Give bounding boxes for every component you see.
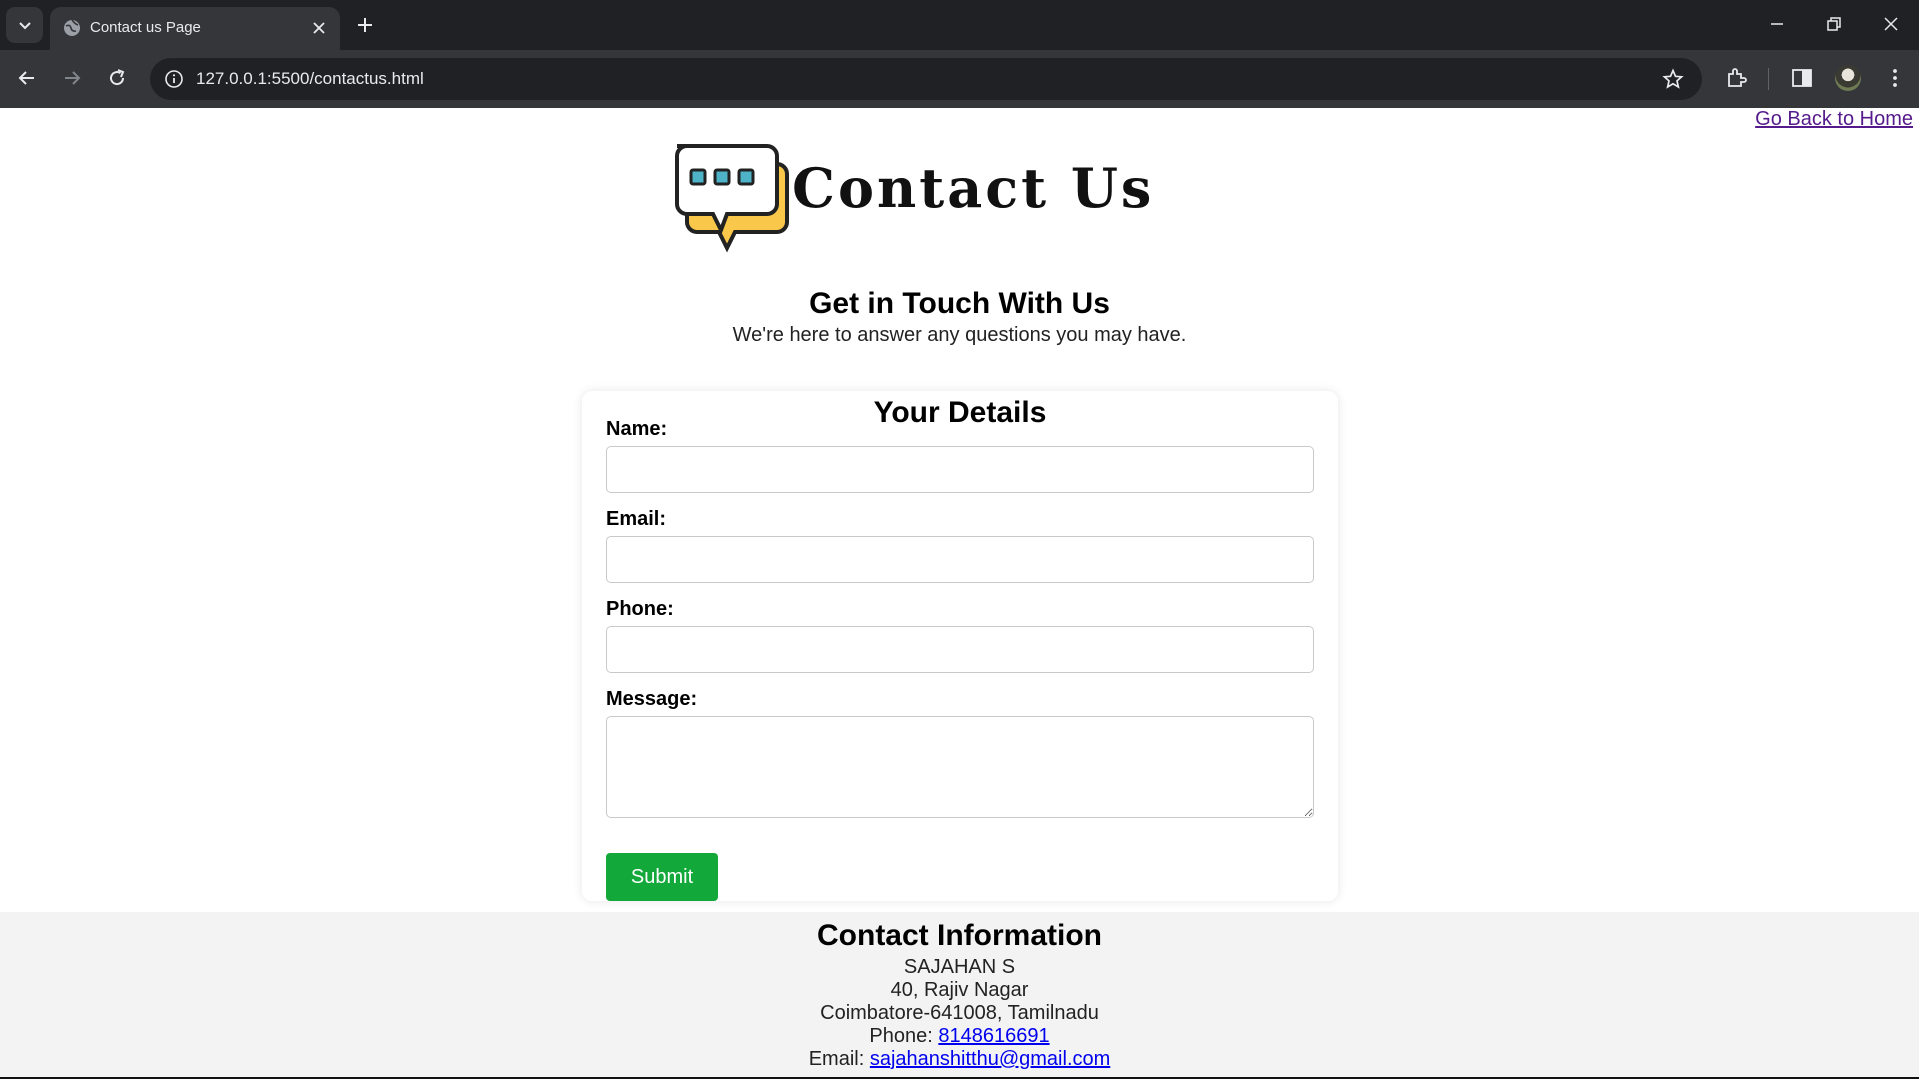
restore-icon[interactable]: [1821, 12, 1845, 36]
page-content: Go Back to Home Contact Us Get in Touch …: [0, 108, 1919, 1079]
email-label: Email:: [606, 508, 667, 530]
contact-form-card: Your Details Name: Email: Phone: Message…: [582, 391, 1338, 901]
more-vert-icon[interactable]: [1882, 65, 1908, 91]
email-link[interactable]: sajahanshitthu@gmail.com: [870, 1048, 1110, 1070]
minimize-icon[interactable]: [1765, 12, 1789, 36]
submit-button[interactable]: Submit: [606, 853, 718, 901]
contact-us-logo: Contact Us: [665, 138, 1151, 256]
profile-avatar[interactable]: [1835, 65, 1861, 91]
page-heading: Get in Touch With Us: [809, 287, 1110, 320]
name-label: Name:: [606, 418, 668, 440]
reload-icon[interactable]: [105, 66, 129, 90]
message-textarea[interactable]: [606, 716, 1314, 818]
star-icon[interactable]: [1662, 68, 1684, 90]
forward-arrow-icon[interactable]: [60, 66, 84, 90]
logo-text: Contact Us: [792, 156, 1155, 220]
go-back-home-link[interactable]: Go Back to Home: [1755, 108, 1913, 131]
toolbar-separator: [1768, 68, 1769, 90]
tab-title: Contact us Page: [90, 19, 201, 36]
hero-section: Get in Touch With Us We're here to answe…: [0, 286, 1919, 348]
back-arrow-icon[interactable]: [15, 66, 39, 90]
email-input[interactable]: [606, 536, 1314, 583]
globe-icon: [64, 19, 80, 36]
phone-link[interactable]: 8148616691: [938, 1025, 1049, 1047]
address-line-2: Coimbatore-641008, Tamilnadu: [820, 1002, 1099, 1024]
extensions-icon[interactable]: [1724, 65, 1750, 91]
plus-icon[interactable]: [354, 14, 376, 36]
contact-name: SAJAHAN S: [903, 956, 1016, 978]
form-title: Your Details: [873, 396, 1047, 429]
phone-label: Phone:: [606, 598, 674, 620]
email-line: Email: sajahanshitthu@gmail.com: [0, 1048, 1919, 1071]
message-label: Message:: [606, 688, 698, 710]
window-close-icon[interactable]: [1879, 12, 1903, 36]
phone-input[interactable]: [606, 626, 1314, 673]
tab-strip: Contact us Page: [0, 0, 1919, 50]
contact-info-title: Contact Information: [817, 919, 1102, 952]
browser-toolbar: 127.0.0.1:5500/contactus.html: [0, 50, 1919, 108]
phone-line: Phone: 8148616691: [0, 1025, 1919, 1048]
email-prefix: Email:: [808, 1048, 865, 1070]
name-input[interactable]: [606, 446, 1314, 493]
close-icon[interactable]: [310, 19, 328, 37]
tab-contact-us[interactable]: Contact us Page: [50, 7, 340, 50]
contact-information-footer: Contact Information SAJAHAN S 40, Rajiv …: [0, 912, 1919, 1079]
chevron-down-icon: [18, 22, 31, 30]
tab-search-button[interactable]: [6, 7, 43, 43]
address-bar[interactable]: 127.0.0.1:5500/contactus.html: [150, 58, 1702, 100]
site-info-icon[interactable]: [164, 69, 184, 89]
side-panel-icon[interactable]: [1789, 65, 1815, 91]
address-line-1: 40, Rajiv Nagar: [890, 979, 1029, 1001]
page-subheading: We're here to answer any questions you m…: [732, 324, 1187, 346]
url-text[interactable]: 127.0.0.1:5500/contactus.html: [196, 69, 424, 89]
phone-prefix: Phone:: [869, 1025, 933, 1047]
chat-bubble-icon: [675, 144, 789, 253]
